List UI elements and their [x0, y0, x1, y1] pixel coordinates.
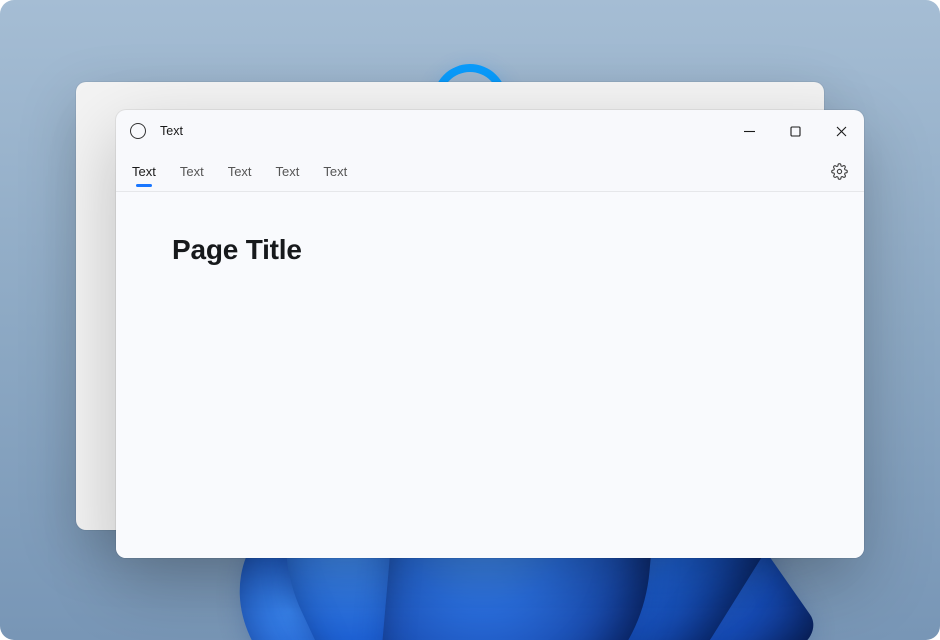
foreground-window: Text Text Text Text Text Text [116, 110, 864, 558]
tab-3[interactable]: Text [228, 152, 252, 191]
page-content: Page Title [116, 192, 864, 558]
gear-icon [831, 163, 848, 180]
tab-5[interactable]: Text [323, 152, 347, 191]
close-icon [836, 126, 847, 137]
close-button[interactable] [818, 110, 864, 152]
settings-button[interactable] [831, 163, 848, 180]
tab-bar: Text Text Text Text Text [116, 152, 864, 192]
maximize-icon [790, 126, 801, 137]
tab-1[interactable]: Text [132, 152, 156, 191]
window-titlebar[interactable]: Text [116, 110, 864, 152]
page-title: Page Title [172, 234, 808, 266]
minimize-button[interactable] [726, 110, 772, 152]
maximize-button[interactable] [772, 110, 818, 152]
app-title: Text [160, 124, 726, 138]
app-icon [130, 123, 146, 139]
tab-4[interactable]: Text [276, 152, 300, 191]
tab-2[interactable]: Text [180, 152, 204, 191]
desktop-wallpaper: Text Text Text Text Text Text [0, 0, 940, 640]
minimize-icon [744, 126, 755, 137]
window-controls [726, 110, 864, 152]
